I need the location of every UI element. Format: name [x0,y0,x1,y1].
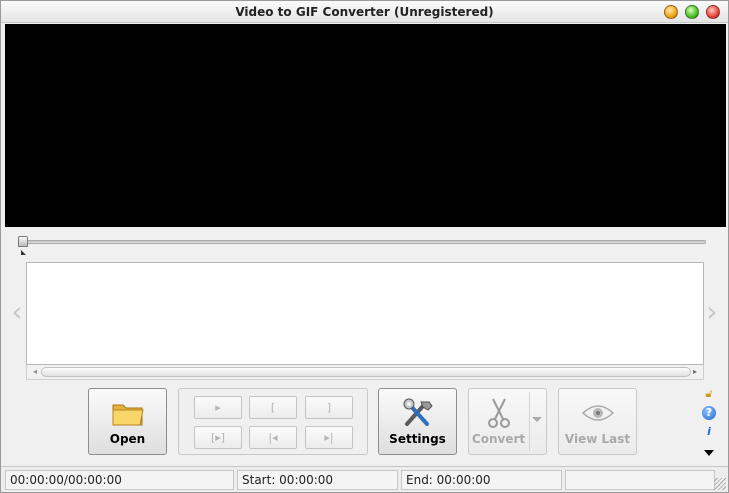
seek-slider-thumb[interactable] [18,236,28,247]
status-end: End: 00:00:00 [401,470,562,490]
resize-grip[interactable] [714,478,726,490]
view-last-label: View Last [564,432,631,446]
set-start-button[interactable]: [ [249,396,297,419]
status-position: 00:00:00/00:00:00 [5,470,234,490]
help-icon[interactable]: ? [702,406,716,420]
scissors-icon [469,397,528,429]
status-bar: 00:00:00/00:00:00 Start: 00:00:00 End: 0… [1,466,728,492]
open-label: Open [109,432,146,446]
settings-button[interactable]: Settings [378,388,457,455]
go-start-button[interactable]: |◂ [249,426,297,449]
play-selection-button[interactable]: [▸] [194,426,242,449]
video-preview [5,24,726,227]
close-button[interactable] [706,5,720,19]
go-end-button[interactable]: ▸| [305,426,353,449]
info-icon[interactable]: i [702,425,716,439]
convert-divider [529,392,530,451]
convert-button[interactable]: Convert [468,388,547,455]
minimize-button[interactable] [664,5,678,19]
scroll-left-icon[interactable]: ◂ [29,367,41,377]
seek-slider-track[interactable] [18,240,706,244]
maximize-button[interactable] [685,5,699,19]
title-bar: Video to GIF Converter (Unregistered) [1,1,728,23]
scroll-right-icon[interactable]: ▸ [689,366,701,378]
position-marker [21,250,26,255]
window-title: Video to GIF Converter (Unregistered) [235,5,494,19]
play-button[interactable]: ▸ [194,396,242,419]
status-extra [565,470,715,490]
folder-icon [89,397,166,429]
open-button[interactable]: Open [88,388,167,455]
set-end-button[interactable]: ] [305,396,353,419]
view-last-button[interactable]: View Last [558,388,637,455]
playback-controls: ▸ [ ] [▸] |◂ ▸| [178,388,368,455]
app-window: Video to GIF Converter (Unregistered) ‹ … [0,0,729,493]
frames-strip [26,262,704,365]
frames-next-arrow[interactable]: › [705,296,719,330]
more-options-icon[interactable] [704,450,714,456]
frames-prev-arrow[interactable]: ‹ [10,296,24,330]
chevron-down-icon[interactable] [532,417,542,422]
tools-icon [379,397,456,429]
eye-icon [559,397,636,429]
scrollbar-thumb[interactable] [41,367,691,377]
convert-label: Convert [471,432,526,446]
lock-icon[interactable]: 🔓︎ [702,387,716,401]
settings-label: Settings [389,432,446,446]
status-start: Start: 00:00:00 [237,470,398,490]
frames-scrollbar[interactable]: ◂ ▸ [26,365,704,380]
